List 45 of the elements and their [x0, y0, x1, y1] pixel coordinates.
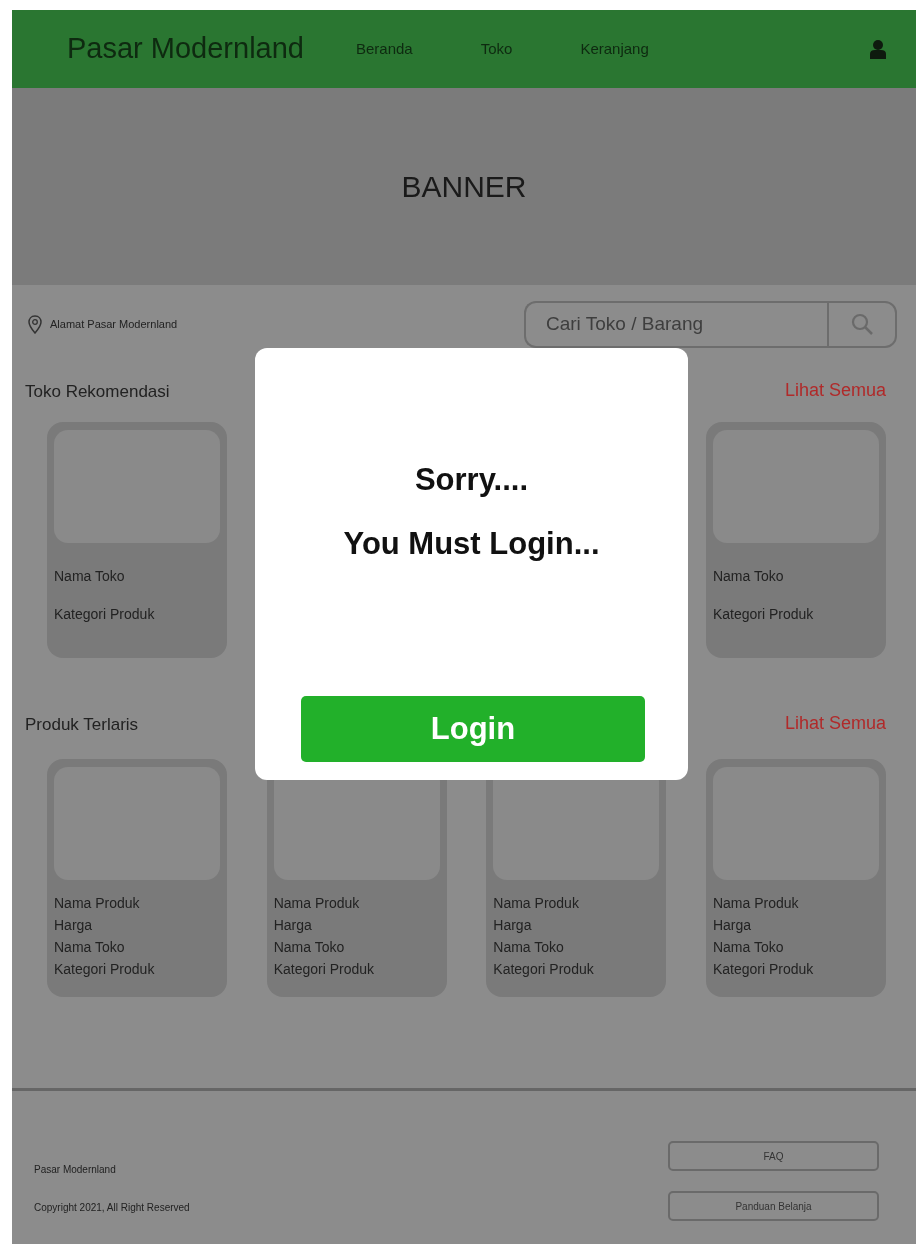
- location-pin-icon: [28, 314, 42, 334]
- search-field[interactable]: Cari Toko / Barang: [524, 300, 827, 348]
- nav-link[interactable]: Keranjang: [580, 37, 649, 61]
- card-text: Nama Toko: [712, 567, 785, 586]
- see-all-link[interactable]: Lihat Semua: [784, 710, 886, 737]
- footer-button[interactable]: FAQ: [668, 1141, 879, 1171]
- product-card[interactable]: Nama Produk Harga Nama Toko Kategori Produk: [705, 759, 886, 997]
- user-icon[interactable]: [870, 39, 886, 59]
- footer-text: Copyright 2021, All Right Reserved: [34, 1201, 190, 1215]
- section-title: Toko Rekomendasi: [25, 380, 170, 403]
- card-text: Harga: [54, 916, 94, 935]
- card-text: Nama Toko: [712, 938, 785, 957]
- footer-button[interactable]: Panduan Belanja: [668, 1191, 879, 1221]
- store-card[interactable]: Nama Toko Kategori Produk: [47, 422, 227, 658]
- card-text: Harga: [712, 916, 753, 935]
- card-text: Nama Produk: [493, 894, 580, 913]
- card-text: Nama Produk: [273, 894, 361, 913]
- card-text: Nama Produk: [712, 894, 800, 913]
- see-all-link[interactable]: Lihat Semua: [784, 377, 886, 404]
- address-text: Alamat Pasar Modernland: [50, 316, 178, 332]
- card-text: Kategori Produk: [712, 605, 815, 624]
- card-text: Kategori Produk: [493, 960, 595, 979]
- card-text: Nama Toko: [54, 567, 126, 586]
- product-card[interactable]: Nama Produk Harga Nama Toko Kategori Produk: [47, 759, 227, 997]
- dialog-message: You Must Login...: [343, 525, 600, 563]
- footer-text: Pasar Modernland: [34, 1163, 117, 1177]
- section-title: Produk Terlaris: [25, 713, 139, 736]
- card-text: Nama Produk: [54, 894, 141, 913]
- card-text: Nama Toko: [493, 938, 565, 957]
- nav-link[interactable]: Toko: [480, 37, 513, 61]
- search-icon: [850, 312, 874, 336]
- card-text: Kategori Produk: [712, 960, 815, 979]
- login-button[interactable]: Login: [301, 696, 645, 762]
- brand-logo[interactable]: Pasar Modernland: [67, 27, 304, 71]
- card-text: Kategori Produk: [54, 960, 156, 979]
- nav-link[interactable]: Beranda: [356, 37, 413, 61]
- card-text: Harga: [493, 916, 533, 935]
- banner-text: BANNER: [401, 169, 527, 205]
- card-text: Kategori Produk: [54, 605, 156, 624]
- store-card[interactable]: Nama Toko Kategori Produk: [705, 422, 886, 658]
- card-text: Kategori Produk: [273, 960, 376, 979]
- card-text: Nama Toko: [54, 938, 126, 957]
- card-text: Nama Toko: [273, 938, 346, 957]
- dialog-message: Sorry....: [414, 461, 529, 499]
- card-text: Harga: [273, 916, 313, 935]
